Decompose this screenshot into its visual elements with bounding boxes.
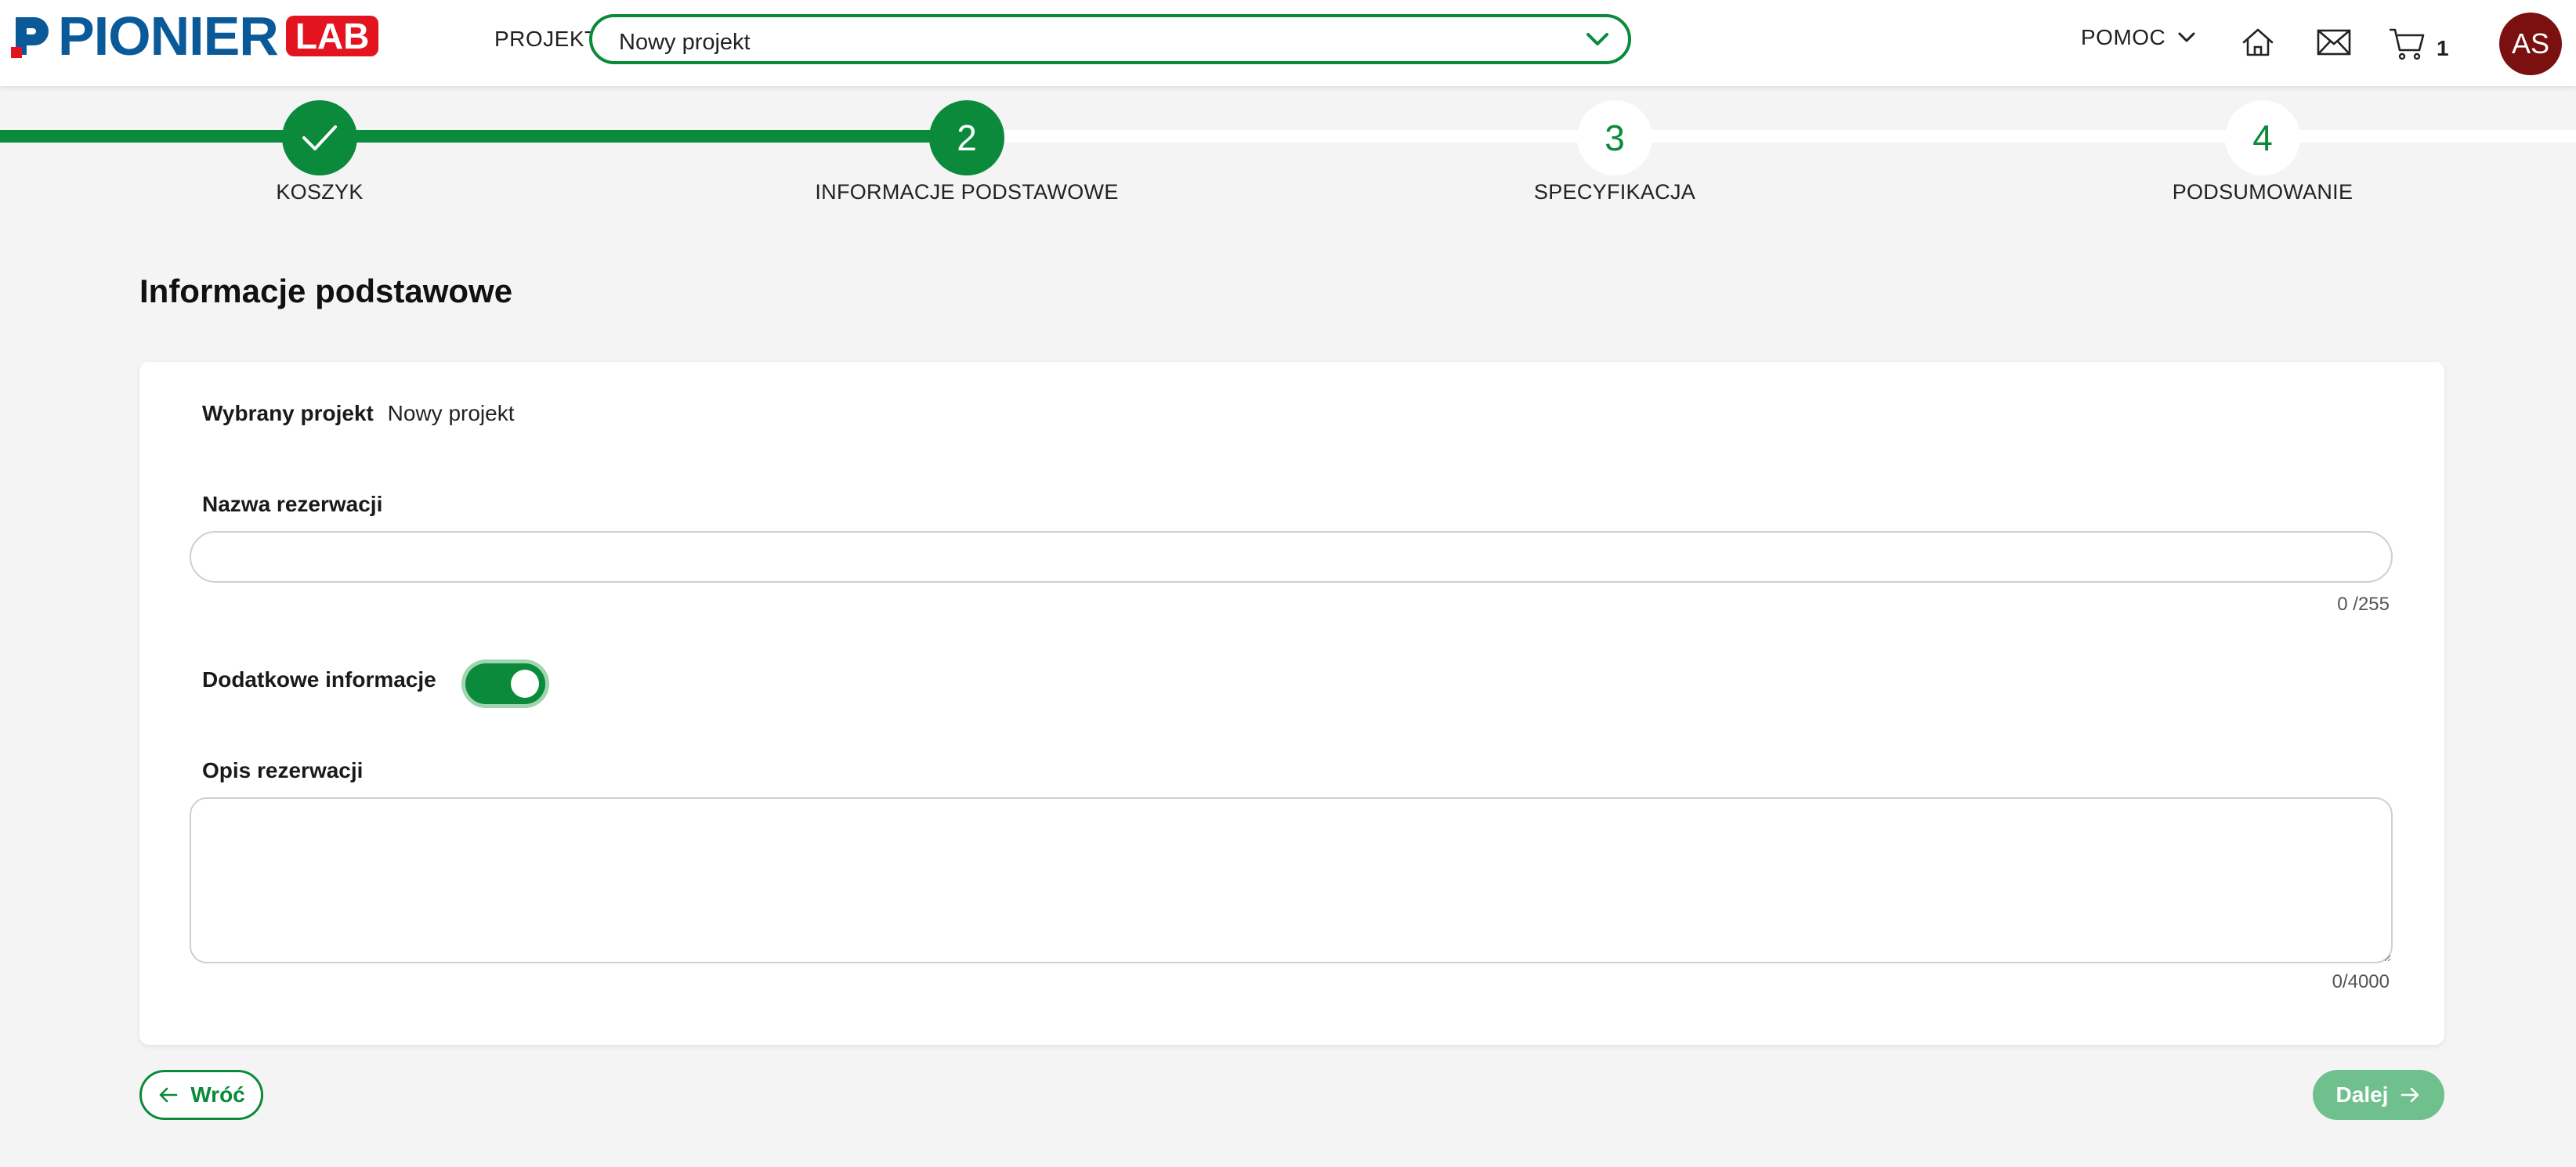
back-button-label: Wróć bbox=[190, 1082, 245, 1107]
reservation-name-input[interactable] bbox=[190, 531, 2393, 583]
step-number-circle: 4 bbox=[2225, 100, 2300, 175]
step-done-circle bbox=[282, 100, 357, 175]
logo-wordmark: PIONIER bbox=[58, 5, 279, 67]
selected-project-label: Wybrany projekt bbox=[202, 401, 374, 425]
help-label: POMOC bbox=[2081, 25, 2166, 49]
back-button[interactable]: Wróć bbox=[139, 1070, 263, 1120]
cart-icon[interactable] bbox=[2388, 27, 2426, 65]
project-select-value: Nowy projekt bbox=[619, 30, 751, 55]
project-select[interactable]: Nowy projekt bbox=[589, 14, 1631, 64]
arrow-right-icon bbox=[2401, 1087, 2419, 1103]
cart-count-badge: 1 bbox=[2437, 36, 2449, 60]
description-textarea[interactable] bbox=[190, 797, 2393, 963]
description-counter: 0/4000 bbox=[2332, 971, 2390, 992]
selected-project-row: Wybrany projekt Nowy projekt bbox=[202, 401, 515, 426]
step-label: KOSZYK bbox=[276, 180, 364, 204]
step-label: SPECYFIKACJA bbox=[1533, 180, 1696, 204]
toggle-knob bbox=[511, 670, 539, 698]
reservation-name-counter: 0 /255 bbox=[2337, 594, 2390, 615]
step-label: INFORMACJE PODSTAWOWE bbox=[815, 180, 1119, 204]
page-title: Informacje podstawowe bbox=[139, 273, 513, 309]
home-icon[interactable] bbox=[2241, 27, 2275, 62]
arrow-left-icon bbox=[159, 1087, 178, 1103]
pionier-logo-mark-icon bbox=[8, 11, 53, 61]
check-icon bbox=[302, 125, 337, 150]
project-label: PROJEKT bbox=[494, 27, 599, 51]
step-label: PODSUMOWANIE bbox=[2172, 180, 2353, 204]
additional-info-toggle[interactable] bbox=[465, 663, 545, 704]
step-number-circle: 2 bbox=[929, 100, 1004, 175]
chevron-down-icon bbox=[2176, 29, 2197, 46]
logo-lab-badge: LAB bbox=[285, 16, 379, 56]
step-specyfikacja: 3 SPECYFIKACJA bbox=[1419, 100, 1811, 204]
additional-info-label: Dodatkowe informacje bbox=[202, 667, 436, 692]
mail-icon[interactable] bbox=[2316, 27, 2352, 62]
step-number-circle: 3 bbox=[1577, 100, 1652, 175]
description-label: Opis rezerwacji bbox=[202, 758, 364, 782]
chevron-down-icon bbox=[1584, 28, 1611, 50]
step-koszyk[interactable]: KOSZYK bbox=[124, 100, 516, 204]
step-informacje-podstawowe: 2 INFORMACJE PODSTAWOWE bbox=[771, 100, 1163, 204]
form-card: Wybrany projekt Nowy projekt Nazwa rezer… bbox=[139, 362, 2444, 1045]
next-button[interactable]: Dalej bbox=[2313, 1070, 2444, 1120]
step-podsumowanie: 4 PODSUMOWANIE bbox=[2067, 100, 2458, 204]
pionier-lab-logo[interactable]: PIONIER LAB bbox=[8, 5, 379, 67]
help-menu[interactable]: POMOC bbox=[2081, 25, 2197, 50]
reservation-name-label: Nazwa rezerwacji bbox=[202, 492, 383, 516]
avatar-initials: AS bbox=[2511, 27, 2550, 60]
user-avatar[interactable]: AS bbox=[2499, 13, 2562, 75]
selected-project-value: Nowy projekt bbox=[387, 401, 515, 425]
top-header: PIONIER LAB PROJEKT Nowy projekt POMOC 1… bbox=[0, 0, 2576, 86]
next-button-label: Dalej bbox=[2335, 1082, 2389, 1107]
